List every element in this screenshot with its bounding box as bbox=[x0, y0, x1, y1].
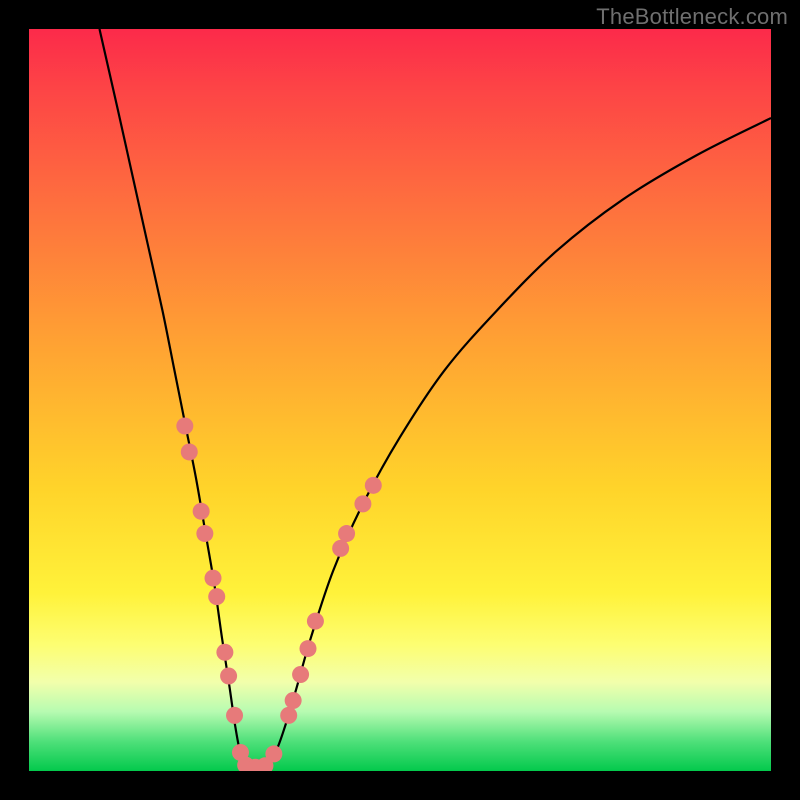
data-marker bbox=[299, 640, 316, 657]
data-marker bbox=[365, 477, 382, 494]
data-marker bbox=[181, 443, 198, 460]
data-marker bbox=[226, 707, 243, 724]
marker-group bbox=[176, 417, 381, 771]
data-marker bbox=[307, 613, 324, 630]
data-marker bbox=[176, 417, 193, 434]
chart-svg bbox=[29, 29, 771, 771]
data-marker bbox=[280, 707, 297, 724]
data-marker bbox=[196, 525, 213, 542]
v-curve bbox=[99, 29, 771, 769]
data-marker bbox=[193, 503, 210, 520]
watermark-text: TheBottleneck.com bbox=[596, 4, 788, 30]
data-marker bbox=[332, 540, 349, 557]
chart-frame: TheBottleneck.com bbox=[0, 0, 800, 800]
plot-area bbox=[29, 29, 771, 771]
data-marker bbox=[205, 570, 222, 587]
data-marker bbox=[292, 666, 309, 683]
data-marker bbox=[216, 644, 233, 661]
data-marker bbox=[265, 745, 282, 762]
data-marker bbox=[354, 495, 371, 512]
data-marker bbox=[338, 525, 355, 542]
data-marker bbox=[220, 668, 237, 685]
data-marker bbox=[285, 692, 302, 709]
data-marker bbox=[208, 588, 225, 605]
